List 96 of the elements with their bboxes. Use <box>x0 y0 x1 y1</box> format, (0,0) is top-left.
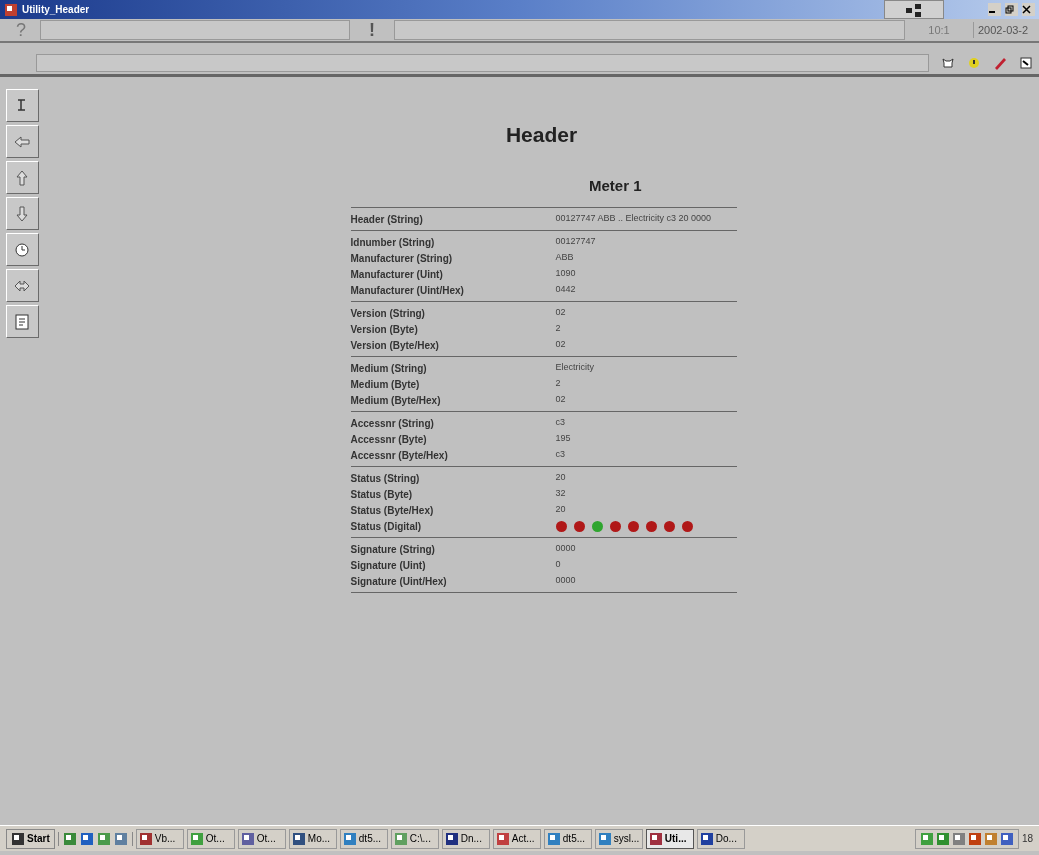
close-icon <box>1022 5 1031 14</box>
field-label: Medium (Byte/Hex) <box>350 393 442 408</box>
toolbar-button[interactable] <box>5 197 39 230</box>
close-button[interactable] <box>1022 3 1035 16</box>
field-label: Medium (Byte) <box>350 377 421 392</box>
field-value: 195 <box>555 432 571 446</box>
field-label: Version (Byte) <box>350 322 419 337</box>
start-button[interactable]: Start <box>6 828 55 849</box>
field-value: c3 <box>555 448 565 462</box>
taskbar-item[interactable]: C:\... <box>390 828 439 849</box>
tray-icon <box>983 831 998 846</box>
app-icon <box>138 831 153 846</box>
toolbar-button[interactable] <box>5 269 39 302</box>
field-value: 20 <box>555 503 566 517</box>
restore-button[interactable] <box>1005 3 1018 16</box>
taskbar-item[interactable]: Mo... <box>288 828 337 849</box>
window-title: Utility_Header <box>22 3 90 17</box>
field-value: 02 <box>555 338 566 352</box>
field-value: 0 <box>555 558 561 572</box>
app-icon <box>240 831 255 846</box>
toolbar-button[interactable] <box>5 305 39 338</box>
field-label: Manufacturer (Uint/Hex) <box>350 283 465 298</box>
field-label: Status (String) <box>350 471 421 486</box>
app-icon <box>597 831 612 846</box>
field-value: Electricity <box>555 361 594 375</box>
field-label: Medium (String) <box>350 361 428 376</box>
exit-icon[interactable] <box>1019 55 1033 70</box>
toolbar-button[interactable] <box>5 161 39 194</box>
toolbar-button[interactable] <box>5 233 39 266</box>
app-icon <box>291 831 306 846</box>
tray-icon <box>919 831 934 846</box>
taskbar-item[interactable]: Ot... <box>186 828 235 849</box>
field-label: Status (Digital) <box>350 519 423 534</box>
field-label: Signature (Uint/Hex) <box>350 574 448 589</box>
field-label: Idnumber (String) <box>350 235 436 250</box>
alert-symbol[interactable]: ! <box>354 16 390 44</box>
tray-icon <box>967 831 982 846</box>
time-text: 10:1 <box>927 22 951 38</box>
field-value: 1090 <box>555 267 576 281</box>
field-label: Manufacturer (String) <box>350 251 454 266</box>
document-icon <box>12 311 32 332</box>
warning-icon[interactable] <box>967 55 981 70</box>
field-value: 02 <box>555 306 566 320</box>
toolbar-button[interactable] <box>5 125 39 158</box>
app-icon <box>546 831 561 846</box>
field-value: 0442 <box>555 283 576 297</box>
meter-title: Meter 1 <box>588 175 642 196</box>
field-label: Status (Byte) <box>350 487 414 502</box>
field-value: 00127747 ABB .. Electricity c3 20 0000 <box>555 212 712 226</box>
field-label: Version (Byte/Hex) <box>350 338 440 353</box>
field-label: Signature (String) <box>350 542 436 557</box>
toolbar-button[interactable] <box>5 89 39 122</box>
taskbar-item[interactable]: Act... <box>492 828 541 849</box>
taskbar-item[interactable]: Do... <box>696 828 745 849</box>
app-icon <box>189 831 204 846</box>
field-value: 00127747 <box>555 235 596 249</box>
tray-icon <box>999 831 1014 846</box>
app-icon <box>699 831 714 846</box>
app-icon <box>444 831 459 846</box>
clock: 18 <box>1021 832 1033 846</box>
field-value: 2 <box>555 322 561 336</box>
field-label: Accessnr (String) <box>350 416 435 431</box>
app-icon <box>393 831 408 846</box>
taskbar-item[interactable]: dt5... <box>339 828 388 849</box>
field-label: Manufacturer (Uint) <box>350 267 444 282</box>
taskbar-item[interactable]: Vb... <box>135 828 184 849</box>
app-icon <box>342 831 357 846</box>
pen-icon[interactable] <box>993 55 1007 70</box>
field-value: 0000 <box>555 542 576 556</box>
restore-icon <box>1005 5 1014 14</box>
tray-icon <box>935 831 950 846</box>
page-title: Header <box>505 122 578 148</box>
field-value: 20 <box>555 471 566 485</box>
field-label: Accessnr (Byte/Hex) <box>350 448 449 463</box>
network-icon <box>905 1 923 18</box>
app-icon <box>495 831 510 846</box>
minimize-button[interactable] <box>988 3 1001 16</box>
field-label: Signature (Uint) <box>350 558 427 573</box>
field-label: Header (String) <box>350 212 424 227</box>
taskbar-item[interactable]: Dn... <box>441 828 490 849</box>
taskbar-item[interactable]: Ot... <box>237 828 286 849</box>
field-label: Accessnr (Byte) <box>350 432 428 447</box>
field-label: Version (String) <box>350 306 426 321</box>
field-value: 32 <box>555 487 566 501</box>
field-value: c3 <box>555 416 565 430</box>
taskbar-item[interactable]: dt5... <box>543 828 592 849</box>
field-value: 2 <box>555 377 561 391</box>
app-icon <box>648 831 663 846</box>
field-value: 02 <box>555 393 566 407</box>
field-value: 0000 <box>555 574 576 588</box>
app-icon <box>4 2 18 17</box>
field-label: Status (Byte/Hex) <box>350 503 435 518</box>
field-value: ABB <box>555 251 574 265</box>
taskbar-item[interactable]: sysl... <box>594 828 643 849</box>
taskbar-item[interactable]: Uti... <box>645 828 694 849</box>
date-text: 2002-03-2 <box>973 21 1033 39</box>
